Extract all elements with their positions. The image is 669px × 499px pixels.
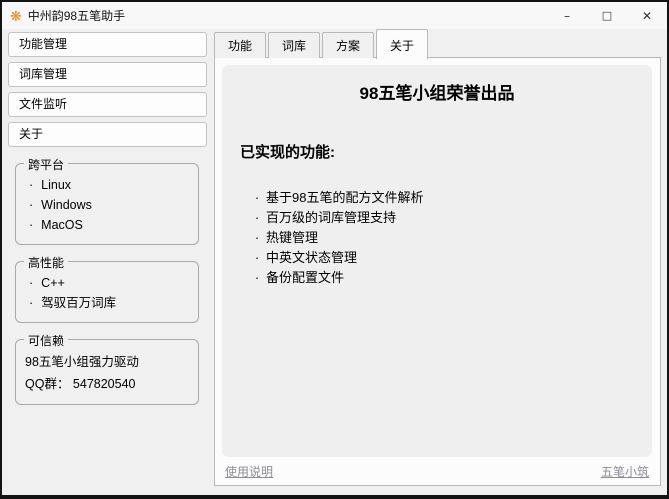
close-button[interactable]: ✕: [627, 2, 667, 29]
maximize-button[interactable]: □: [587, 2, 627, 29]
sidebar-item-file-monitor[interactable]: 文件监听: [8, 92, 207, 117]
app-flower-icon: ❋: [10, 9, 22, 23]
about-content: 98五笔小组荣誉出品 已实现的功能: ·基于98五笔的配方文件解析 ·百万级的词…: [222, 65, 652, 457]
sidebar-item-dictionary-management[interactable]: 词库管理: [8, 62, 207, 87]
tab-dictionary[interactable]: 词库: [268, 32, 320, 58]
about-heading: 98五笔小组荣誉出品: [238, 79, 636, 104]
app-body: 功能管理 词库管理 文件监听 关于 跨平台 · Linux · Windows · M…: [2, 29, 667, 495]
bullet-dot: ·: [248, 228, 266, 248]
tab-bar: 功能 词库 方案 关于: [214, 31, 661, 58]
list-item: ·基于98五笔的配方文件解析: [248, 188, 636, 208]
title-bar: ❋ 中州韵98五笔助手 – □ ✕: [2, 2, 667, 29]
main-area: 功能 词库 方案 关于 98五笔小组荣誉出品 已实现的功能: ·基于98五笔的配…: [212, 29, 667, 495]
sidebar-item-about[interactable]: 关于: [8, 122, 207, 147]
group-item-label: C++: [41, 276, 65, 290]
bullet-dot: ·: [29, 198, 33, 212]
list-item: · MacOS: [25, 215, 190, 235]
bullet-dot: ·: [29, 218, 33, 232]
group-text-line: 98五笔小组强力驱动: [25, 351, 190, 373]
list-item: · Linux: [25, 175, 190, 195]
feature-list: ·基于98五笔的配方文件解析 ·百万级的词库管理支持 ·热键管理 ·中英文状态管…: [248, 188, 636, 288]
list-item: ·百万级的词库管理支持: [248, 208, 636, 228]
group-item-label: 驾驭百万词库: [41, 296, 116, 310]
sidebar-item-function-management[interactable]: 功能管理: [8, 32, 207, 57]
wubi-home-link[interactable]: 五笔小筑: [601, 463, 649, 480]
usage-help-link[interactable]: 使用说明: [225, 463, 273, 480]
group-item-label: Windows: [41, 198, 92, 212]
groupbox-trustworthy-title: 可信赖: [24, 332, 68, 349]
list-item: · 驾驭百万词库: [25, 293, 190, 313]
list-item: · Windows: [25, 195, 190, 215]
bullet-dot: ·: [29, 276, 33, 290]
list-item: ·备份配置文件: [248, 268, 636, 288]
groupbox-cross-platform: 跨平台 ·Linux ·Windows ·MacOS: [15, 163, 199, 245]
feature-label: 中英文状态管理: [266, 248, 357, 268]
tab-function[interactable]: 功能: [214, 32, 266, 58]
groupbox-cross-platform-title: 跨平台: [24, 156, 68, 173]
minimize-button[interactable]: –: [547, 2, 587, 29]
groupbox-high-performance: 高性能 ·C++ ·驾驭百万词库: [15, 261, 199, 323]
groupbox-high-performance-title: 高性能: [24, 254, 68, 271]
sidebar: 功能管理 词库管理 文件监听 关于 跨平台 · Linux · Windows · M…: [2, 29, 212, 495]
qq-group-number: QQ群： 547820540: [25, 373, 190, 395]
list-item: ·中英文状态管理: [248, 248, 636, 268]
feature-label: 热键管理: [266, 228, 318, 248]
bullet-dot: ·: [248, 248, 266, 268]
window-title: 中州韵98五笔助手: [28, 7, 125, 24]
feature-label: 百万级的词库管理支持: [266, 208, 396, 228]
groupbox-trustworthy: 可信赖 98五笔小组强力驱动 QQ群： 547820540: [15, 339, 199, 405]
tab-about[interactable]: 关于: [376, 29, 428, 59]
about-subheading: 已实现的功能:: [240, 141, 636, 162]
bullet-dot: ·: [29, 178, 33, 192]
feature-label: 基于98五笔的配方文件解析: [266, 188, 423, 208]
feature-label: 备份配置文件: [266, 268, 344, 288]
list-item: ·热键管理: [248, 228, 636, 248]
bullet-dot: ·: [248, 188, 266, 208]
bullet-dot: ·: [248, 268, 266, 288]
panel-footer: 使用说明 五笔小筑: [222, 457, 652, 481]
list-item: · C++: [25, 273, 190, 293]
app-window: ❋ 中州韵98五笔助手 – □ ✕ 功能管理 词库管理 文件监听 关于 跨平台 …: [0, 0, 669, 499]
bullet-dot: ·: [248, 208, 266, 228]
group-item-label: Linux: [41, 178, 71, 192]
group-item-label: MacOS: [41, 218, 83, 232]
bullet-dot: ·: [29, 296, 33, 310]
tab-scheme[interactable]: 方案: [322, 32, 374, 58]
tab-panel: 98五笔小组荣誉出品 已实现的功能: ·基于98五笔的配方文件解析 ·百万级的词…: [214, 57, 661, 486]
